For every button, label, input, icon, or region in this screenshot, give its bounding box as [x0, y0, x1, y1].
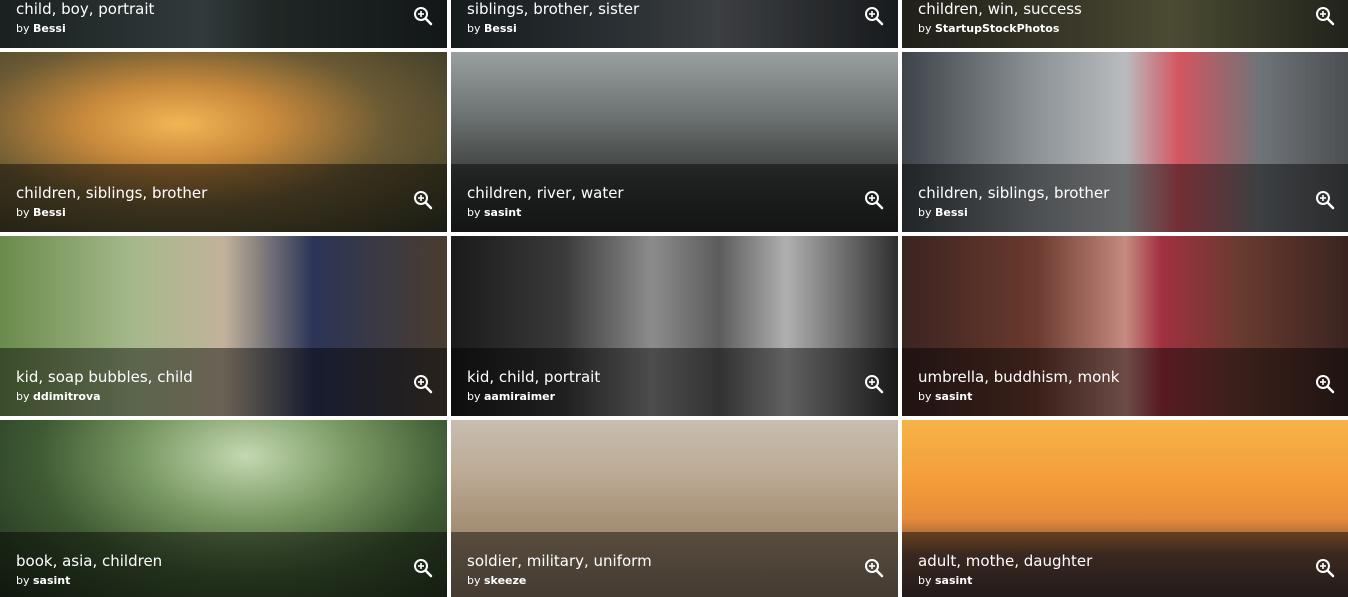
tile-author[interactable]: by sasint	[918, 574, 972, 588]
tile-tags: kid, child, portrait	[467, 368, 601, 386]
tile-tags: children, siblings, brother	[16, 184, 208, 202]
tile-caption: umbrella, buddhism, monk by sasint	[902, 348, 1348, 416]
gallery-tile[interactable]: book, asia, children by sasint	[0, 420, 447, 597]
author-name: sasint	[935, 390, 973, 403]
tile-author[interactable]: by sasint	[467, 206, 521, 220]
author-prefix: by	[918, 390, 935, 403]
author-name: StartupStockPhotos	[935, 22, 1060, 35]
author-name: Bessi	[484, 22, 517, 35]
zoom-in-icon[interactable]	[413, 558, 433, 578]
tile-author[interactable]: by StartupStockPhotos	[918, 22, 1059, 36]
tile-caption: book, asia, children by sasint	[0, 532, 447, 597]
gallery-tile[interactable]: kid, child, portrait by aamiraimer	[451, 236, 898, 416]
zoom-in-icon[interactable]	[864, 374, 884, 394]
zoom-in-icon[interactable]	[864, 6, 884, 26]
author-prefix: by	[918, 206, 935, 219]
author-name: sasint	[935, 574, 973, 587]
author-prefix: by	[16, 206, 33, 219]
gallery-tile[interactable]: children, siblings, brother by Bessi	[902, 52, 1348, 232]
author-prefix: by	[16, 574, 33, 587]
tile-caption: children, siblings, brother by Bessi	[0, 164, 447, 232]
tile-author[interactable]: by Bessi	[16, 22, 66, 36]
gallery-tile[interactable]: children, river, water by sasint	[451, 52, 898, 232]
author-name: Bessi	[33, 206, 66, 219]
tile-author[interactable]: by aamiraimer	[467, 390, 555, 404]
tile-tags: umbrella, buddhism, monk	[918, 368, 1120, 386]
zoom-in-icon[interactable]	[1315, 6, 1335, 26]
tile-caption: children, siblings, brother by Bessi	[902, 164, 1348, 232]
tile-caption: kid, soap bubbles, child by ddimitrova	[0, 348, 447, 416]
gallery-tile[interactable]: adult, mothe, daughter by sasint	[902, 420, 1348, 597]
author-prefix: by	[16, 390, 33, 403]
gallery-tile[interactable]: child, boy, portrait by Bessi	[0, 0, 447, 48]
tile-caption: kid, child, portrait by aamiraimer	[451, 348, 898, 416]
tile-caption: children, river, water by sasint	[451, 164, 898, 232]
tile-author[interactable]: by skeeze	[467, 574, 526, 588]
gallery-tile[interactable]: children, win, success by StartupStockPh…	[902, 0, 1348, 48]
tile-tags: children, river, water	[467, 184, 624, 202]
author-name: Bessi	[935, 206, 968, 219]
author-prefix: by	[918, 22, 935, 35]
author-name: sasint	[484, 206, 522, 219]
gallery-tile[interactable]: kid, soap bubbles, child by ddimitrova	[0, 236, 447, 416]
author-name: Bessi	[33, 22, 66, 35]
gallery-tile[interactable]: soldier, military, uniform by skeeze	[451, 420, 898, 597]
gallery-tile[interactable]: umbrella, buddhism, monk by sasint	[902, 236, 1348, 416]
zoom-in-icon[interactable]	[413, 374, 433, 394]
tile-author[interactable]: by Bessi	[467, 22, 517, 36]
zoom-in-icon[interactable]	[864, 558, 884, 578]
photo-gallery: child, boy, portrait by Bessi siblings, …	[0, 0, 1348, 597]
author-name: sasint	[33, 574, 71, 587]
tile-caption: children, win, success by StartupStockPh…	[902, 0, 1348, 48]
zoom-in-icon[interactable]	[1315, 190, 1335, 210]
tile-author[interactable]: by ddimitrova	[16, 390, 101, 404]
zoom-in-icon[interactable]	[864, 190, 884, 210]
author-name: ddimitrova	[33, 390, 101, 403]
tile-author[interactable]: by sasint	[16, 574, 70, 588]
author-prefix: by	[467, 206, 484, 219]
author-name: aamiraimer	[484, 390, 556, 403]
author-prefix: by	[467, 390, 484, 403]
tile-caption: siblings, brother, sister by Bessi	[451, 0, 898, 48]
gallery-tile[interactable]: children, siblings, brother by Bessi	[0, 52, 447, 232]
tile-author[interactable]: by Bessi	[918, 206, 968, 220]
author-prefix: by	[467, 22, 484, 35]
tile-tags: soldier, military, uniform	[467, 552, 652, 570]
tile-tags: child, boy, portrait	[16, 0, 155, 18]
author-prefix: by	[467, 574, 484, 587]
zoom-in-icon[interactable]	[1315, 558, 1335, 578]
zoom-in-icon[interactable]	[1315, 374, 1335, 394]
tile-tags: children, siblings, brother	[918, 184, 1110, 202]
tile-caption: adult, mothe, daughter by sasint	[902, 532, 1348, 597]
zoom-in-icon[interactable]	[413, 190, 433, 210]
tile-caption: child, boy, portrait by Bessi	[0, 0, 447, 48]
author-prefix: by	[918, 574, 935, 587]
tile-author[interactable]: by Bessi	[16, 206, 66, 220]
author-prefix: by	[16, 22, 33, 35]
tile-author[interactable]: by sasint	[918, 390, 972, 404]
tile-tags: adult, mothe, daughter	[918, 552, 1093, 570]
author-name: skeeze	[484, 574, 527, 587]
tile-tags: children, win, success	[918, 0, 1082, 18]
tile-tags: kid, soap bubbles, child	[16, 368, 193, 386]
tile-tags: book, asia, children	[16, 552, 163, 570]
gallery-tile[interactable]: siblings, brother, sister by Bessi	[451, 0, 898, 48]
tile-caption: soldier, military, uniform by skeeze	[451, 532, 898, 597]
zoom-in-icon[interactable]	[413, 6, 433, 26]
tile-tags: siblings, brother, sister	[467, 0, 640, 18]
